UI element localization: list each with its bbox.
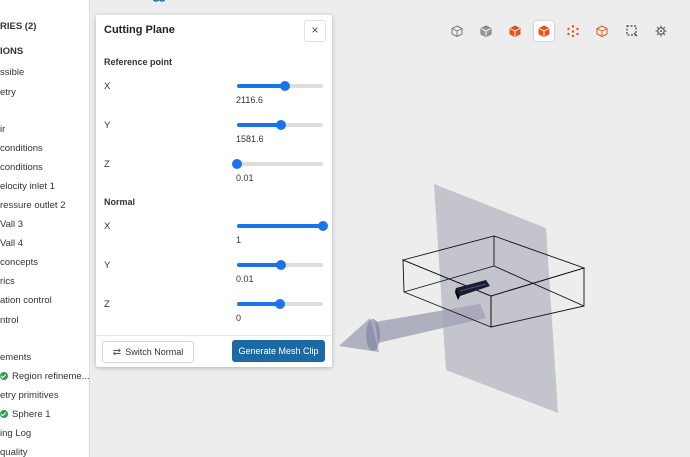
- slider-fill: [237, 84, 286, 88]
- reference-y-slider[interactable]: [237, 118, 323, 132]
- slider-fill: [237, 263, 281, 267]
- generate-mesh-clip-button[interactable]: Generate Mesh Clip: [232, 340, 325, 362]
- slider-thumb[interactable]: [280, 81, 291, 91]
- dialog-title: Cutting Plane: [104, 24, 175, 36]
- normal-axis-label: Z: [104, 299, 110, 310]
- box-select-icon: [626, 25, 638, 37]
- cube-faces-button[interactable]: [505, 21, 525, 41]
- slider-thumb[interactable]: [275, 299, 285, 309]
- switch-normal-label: Switch Normal: [125, 347, 184, 357]
- slider-fill: [237, 224, 323, 228]
- switch-normal-button[interactable]: ⇄ Switch Normal: [102, 341, 194, 363]
- cube-volume-icon: [596, 25, 608, 37]
- normal-heading: Normal: [104, 197, 136, 207]
- cutting-plane: [434, 184, 558, 413]
- cube-outline-icon: [451, 25, 463, 37]
- slider-thumb[interactable]: [275, 120, 286, 130]
- normal-value: 0: [236, 313, 242, 323]
- normal-y-slider[interactable]: [237, 258, 323, 272]
- slider-thumb[interactable]: [318, 221, 328, 231]
- reference-value: 1581.6: [236, 134, 264, 144]
- cube-edges-button[interactable]: [534, 21, 554, 41]
- normal-axis-label: Y: [104, 260, 111, 271]
- cube-vertices-button[interactable]: [563, 21, 583, 41]
- slider-fill: [237, 302, 280, 306]
- normal-arrow-base: [366, 319, 380, 351]
- reference-point-heading: Reference point: [104, 57, 173, 67]
- reference-z-slider[interactable]: [232, 157, 323, 171]
- cube-vertices-icon: [567, 25, 579, 37]
- normal-x-slider[interactable]: [237, 219, 328, 233]
- reference-axis-label: Y: [104, 120, 111, 131]
- reference-value: 0.01: [236, 173, 254, 183]
- normal-axis-label: X: [104, 221, 111, 232]
- normal-value: 0.01: [236, 274, 254, 284]
- cube-outline-button[interactable]: [447, 21, 467, 41]
- cube-solid-icon: [480, 25, 492, 37]
- cube-volume-button[interactable]: [592, 21, 612, 41]
- slider-track: [237, 162, 323, 166]
- cube-edges-icon: [538, 25, 550, 37]
- normal-z-slider[interactable]: [237, 297, 323, 311]
- slider-thumb[interactable]: [275, 260, 286, 270]
- reference-axis-label: Z: [104, 159, 110, 170]
- footer-divider: [96, 335, 332, 336]
- reference-axis-label: X: [104, 81, 111, 92]
- normal-value: 1: [236, 235, 242, 245]
- box-select-button[interactable]: [622, 21, 642, 41]
- settings-cube-button[interactable]: [651, 21, 671, 41]
- slider-thumb[interactable]: [232, 159, 242, 169]
- cutting-plane-dialog: Cutting Plane × Reference point X 2116.6 Y…: [96, 15, 332, 367]
- reference-x-slider[interactable]: [237, 79, 323, 93]
- settings-cube-icon: [655, 25, 667, 37]
- cube-solid-button[interactable]: [476, 21, 496, 41]
- slider-fill: [237, 123, 281, 127]
- swap-arrows-icon: ⇄: [112, 346, 122, 358]
- reference-value: 2116.6: [236, 95, 263, 105]
- cube-faces-icon: [509, 25, 521, 37]
- close-button[interactable]: ×: [304, 20, 326, 42]
